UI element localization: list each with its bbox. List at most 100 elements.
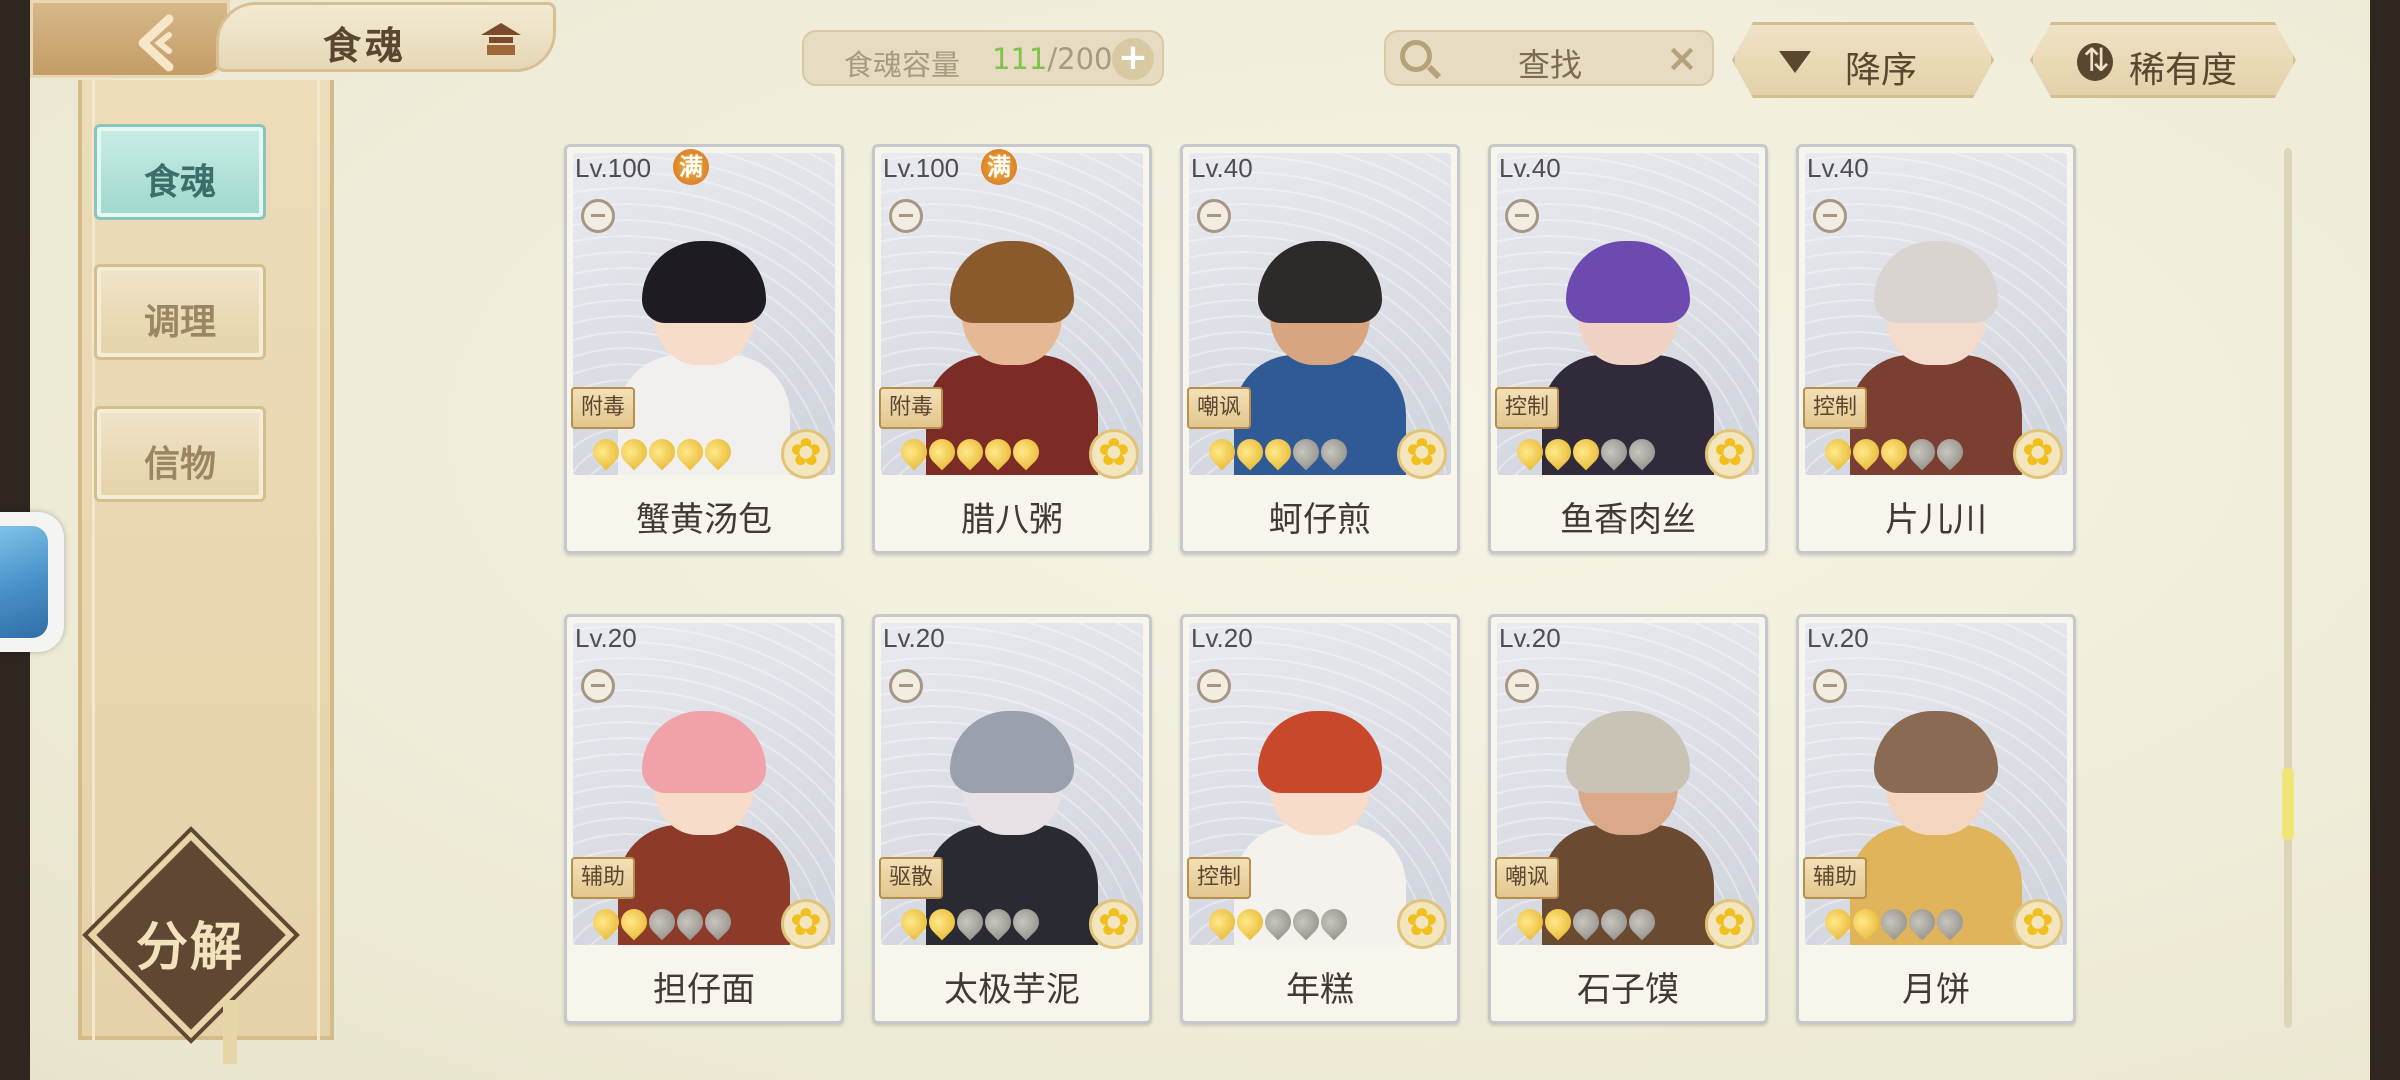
screen-edge-right	[2370, 0, 2400, 1080]
coin-icon	[581, 199, 615, 233]
card-name: 太极芋泥	[944, 970, 1080, 1010]
back-button[interactable]	[30, 0, 230, 78]
food-soul-card[interactable]: Lv.40 嘲讽蚵仔煎	[1180, 144, 1460, 554]
coin-icon	[1197, 199, 1231, 233]
character-hair	[642, 711, 766, 793]
food-soul-card[interactable]: Lv.20 控制年糕	[1180, 614, 1460, 1024]
star-icon	[1287, 903, 1325, 941]
food-soul-card[interactable]: Lv.20 辅助担仔面	[564, 614, 844, 1024]
star-icon	[951, 903, 989, 941]
close-icon[interactable]: ×	[1666, 36, 1698, 80]
capacity-indicator: 食魂容量 111/200 +	[802, 30, 1164, 86]
character-hair	[1874, 711, 1998, 793]
star-icon	[1875, 433, 1913, 471]
search-box[interactable]: 查找 ×	[1384, 30, 1714, 86]
tassel-ornament	[223, 1000, 237, 1064]
sort-order-button[interactable]: 降序	[1732, 22, 1994, 98]
tab-label: 调理	[143, 302, 216, 343]
role-badge: 辅助	[1803, 857, 1867, 899]
card-name: 蚵仔煎	[1269, 500, 1371, 540]
star-icon	[699, 903, 737, 941]
food-soul-card[interactable]: Lv.20 嘲讽石子馍	[1488, 614, 1768, 1024]
decompose-label[interactable]: 分解	[100, 905, 280, 980]
star-icon	[1203, 903, 1241, 941]
star-rating	[895, 903, 1045, 941]
star-icon	[1511, 433, 1549, 471]
star-icon	[1931, 433, 1969, 471]
role-badge: 嘲讽	[1495, 857, 1559, 899]
star-icon	[1595, 433, 1633, 471]
search-input[interactable]: 查找	[1518, 40, 1582, 86]
triangle-down-icon	[1779, 51, 1811, 73]
star-rating	[1819, 433, 1969, 471]
role-badge: 辅助	[571, 857, 635, 899]
star-icon	[1315, 903, 1353, 941]
pavilion-icon[interactable]	[477, 19, 525, 59]
level-label: Lv.20	[1807, 623, 1869, 653]
star-icon	[979, 903, 1017, 941]
star-icon	[1231, 903, 1269, 941]
star-icon	[1567, 903, 1605, 941]
star-icon	[1595, 903, 1633, 941]
star-rating	[587, 433, 737, 471]
scrollbar-thumb[interactable]	[2282, 768, 2294, 840]
food-soul-card[interactable]: Lv.100 满附毒蟹黄汤包	[564, 144, 844, 554]
food-soul-card[interactable]: Lv.100 满附毒腊八粥	[872, 144, 1152, 554]
sort-key-button[interactable]: 稀有度	[2030, 22, 2296, 98]
card-name: 年糕	[1286, 970, 1354, 1010]
star-rating	[1511, 903, 1661, 941]
card-name: 石子馍	[1577, 970, 1679, 1010]
level-label: Lv.100	[575, 153, 652, 183]
role-badge: 嘲讽	[1187, 387, 1251, 429]
card-name: 月饼	[1902, 970, 1970, 1010]
role-badge: 控制	[1803, 387, 1867, 429]
coin-icon	[1813, 669, 1847, 703]
star-rating	[1203, 433, 1353, 471]
star-icon	[1847, 903, 1885, 941]
food-soul-card[interactable]: Lv.20 驱散太极芋泥	[872, 614, 1152, 1024]
tab-food-souls[interactable]: 食魂	[94, 124, 266, 220]
character-hair	[1566, 711, 1690, 793]
flower-icon	[781, 429, 831, 479]
character-hair	[950, 241, 1074, 323]
tab-conditioning[interactable]: 调理	[94, 264, 266, 360]
floating-assistant-widget[interactable]	[0, 512, 64, 652]
star-icon	[1203, 433, 1241, 471]
star-icon	[671, 903, 709, 941]
star-rating	[587, 903, 737, 941]
scrollbar[interactable]	[2282, 148, 2294, 1028]
game-screen: 食魂 食魂容量 111/200 + 查找 × 降序 稀有度	[30, 0, 2370, 1080]
star-rating	[1511, 433, 1661, 471]
food-soul-card[interactable]: Lv.40 控制片儿川	[1796, 144, 2076, 554]
coin-icon	[1505, 669, 1539, 703]
star-icon	[1007, 433, 1045, 471]
level-label: Lv.100	[883, 153, 960, 183]
star-icon	[1287, 433, 1325, 471]
food-soul-card[interactable]: Lv.20 辅助月饼	[1796, 614, 2076, 1024]
role-badge: 控制	[1187, 857, 1251, 899]
character-hair	[1874, 241, 1998, 323]
star-icon	[1903, 903, 1941, 941]
swap-icon	[2077, 41, 2113, 81]
star-icon	[1819, 433, 1857, 471]
star-icon	[587, 903, 625, 941]
level-label: Lv.20	[1191, 623, 1253, 653]
page-title: 食魂	[323, 24, 408, 68]
flower-icon	[1705, 899, 1755, 949]
star-icon	[1231, 433, 1269, 471]
role-badge: 附毒	[571, 387, 635, 429]
star-icon	[923, 433, 961, 471]
card-name: 担仔面	[653, 970, 755, 1010]
tab-keepsakes[interactable]: 信物	[94, 406, 266, 502]
flower-icon	[1089, 429, 1139, 479]
star-rating	[1203, 903, 1353, 941]
role-badge: 驱散	[879, 857, 943, 899]
food-soul-card[interactable]: Lv.40 控制鱼香肉丝	[1488, 144, 1768, 554]
star-icon	[643, 433, 681, 471]
star-icon	[1259, 433, 1297, 471]
flower-icon	[1089, 899, 1139, 949]
capacity-add-button[interactable]: +	[1112, 38, 1154, 80]
level-label: Lv.40	[1191, 153, 1253, 183]
top-bar: 食魂 食魂容量 111/200 + 查找 × 降序 稀有度	[30, 0, 2370, 98]
star-icon	[615, 903, 653, 941]
